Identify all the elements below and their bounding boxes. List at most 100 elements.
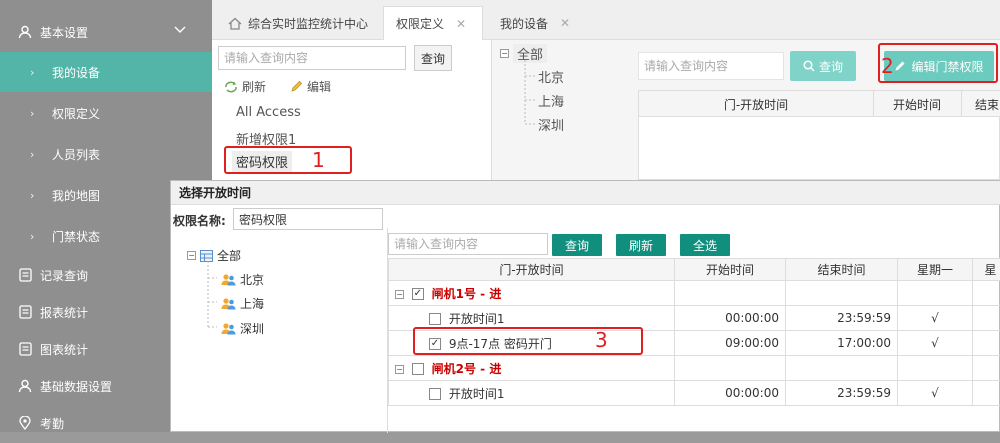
annotation-box-2 [878, 43, 998, 83]
dialog-query-button[interactable]: 查询 [552, 234, 602, 256]
table-cell [973, 331, 1000, 356]
group-row[interactable]: − 闸机2号 - 进 [389, 356, 1000, 381]
table-cell [898, 356, 973, 381]
time-name: 开放时间1 [449, 312, 505, 326]
chevron-right-icon: › [30, 230, 52, 243]
dialog-tree-shenzhen[interactable]: 深圳 [221, 320, 264, 337]
sidebar-item-label: 记录查询 [40, 267, 88, 284]
group-checkbox[interactable] [412, 363, 424, 375]
door-search-input[interactable] [638, 52, 784, 80]
col-door-open-time: 门-开放时间 [389, 259, 675, 281]
edit-button[interactable]: 编辑 [290, 78, 331, 95]
sidebar-item-label: 图表统计 [40, 341, 88, 358]
table-icon [200, 250, 213, 262]
document-icon [10, 305, 40, 319]
tab-permission-definition[interactable]: 权限定义 ✕ [383, 6, 483, 40]
user-icon [10, 379, 40, 393]
sidebar-item-label: 人员列表 [52, 146, 100, 163]
annotation-label-2: 2 [881, 54, 894, 78]
annotation-box-1 [224, 146, 352, 174]
table-cell [675, 356, 786, 381]
chevron-right-icon: › [30, 66, 52, 79]
sidebar-item-label: 我的设备 [52, 64, 100, 81]
group-name: 闸机1号 - 进 [432, 287, 502, 301]
dialog-tree-beijing[interactable]: 北京 [221, 271, 264, 288]
row-checkbox[interactable] [429, 388, 441, 400]
chevron-right-icon: › [30, 107, 52, 120]
edit-label: 编辑 [307, 78, 331, 95]
col-tuesday: 星 [973, 259, 1000, 281]
users-icon [221, 322, 236, 335]
annotation-label-1: 1 [312, 148, 325, 172]
door-search-button[interactable]: 查询 [790, 51, 856, 81]
document-icon [10, 268, 40, 282]
permission-name-input[interactable] [233, 208, 383, 230]
end-time-cell: 17:00:00 [786, 331, 898, 356]
table-header-row: 门-开放时间 开始时间 结束时间 星期一 星 [389, 259, 1000, 281]
collapse-icon[interactable]: − [500, 49, 509, 58]
dialog-refresh-button[interactable]: 刷新 [616, 234, 666, 256]
close-icon[interactable]: ✕ [560, 16, 570, 30]
sidebar-item-permission-definition[interactable]: › 权限定义 [0, 93, 212, 133]
users-icon [221, 273, 236, 286]
table-cell [973, 306, 1000, 331]
sidebar-item-people-list[interactable]: › 人员列表 [0, 134, 212, 174]
group-name: 闸机2号 - 进 [432, 362, 502, 376]
tab-monitoring-center[interactable]: 综合实时监控统计中心 [216, 6, 380, 40]
sidebar-item-label: 权限定义 [52, 105, 100, 122]
col-start-time: 开始时间 [675, 259, 786, 281]
chevron-right-icon: › [30, 189, 52, 202]
sidebar-item-my-devices[interactable]: › 我的设备 [0, 52, 212, 92]
col-door-open-time: 门-开放时间 [639, 96, 873, 113]
dialog-title: 选择开放时间 [171, 181, 1000, 205]
divider [961, 91, 962, 117]
permission-search-input[interactable] [218, 46, 406, 70]
select-open-time-dialog: 选择开放时间 权限名称: − 全部 北京 上海 深圳 查询 刷新 全选 门-开放… [170, 180, 1000, 432]
document-icon [10, 342, 40, 356]
col-end-time: 结束 [975, 96, 999, 113]
permission-item-all-access[interactable]: All Access [236, 105, 301, 120]
tree-item-label: 上海 [240, 295, 264, 312]
refresh-button[interactable]: 刷新 [224, 78, 266, 95]
time-name: 开放时间1 [449, 387, 505, 401]
table-cell [973, 281, 1000, 306]
collapse-icon[interactable]: − [395, 365, 404, 374]
tree-item-label: 北京 [240, 271, 264, 288]
permission-search-button[interactable]: 查询 [414, 45, 452, 71]
tree-item-label: 深圳 [240, 320, 264, 337]
table-cell [898, 281, 973, 306]
end-time-cell: 23:59:59 [786, 381, 898, 406]
user-icon [10, 25, 40, 39]
row-checkbox[interactable] [429, 313, 441, 325]
device-tree-shanghai[interactable]: 上海 [538, 91, 564, 110]
device-tree-beijing[interactable]: 北京 [538, 67, 564, 86]
search-icon [803, 60, 815, 72]
collapse-icon[interactable]: − [187, 251, 196, 260]
collapse-icon[interactable]: − [395, 290, 404, 299]
group-row[interactable]: − ✓ 闸机1号 - 进 [389, 281, 1000, 306]
table-row[interactable]: 开放时间1 00:00:00 23:59:59 √ [389, 381, 1000, 406]
monday-cell: √ [898, 381, 973, 406]
dialog-search-input[interactable] [388, 233, 548, 255]
start-time-cell: 00:00:00 [675, 381, 786, 406]
group-checkbox[interactable]: ✓ [412, 288, 424, 300]
table-cell [973, 356, 1000, 381]
table-cell [786, 356, 898, 381]
tab-label: 我的设备 [500, 15, 548, 32]
dialog-tree-shanghai[interactable]: 上海 [221, 295, 264, 312]
sidebar-item-label: 报表统计 [40, 304, 88, 321]
sidebar-item-basic-settings[interactable]: 基本设置 [0, 12, 212, 52]
start-time-cell: 09:00:00 [675, 331, 786, 356]
close-icon[interactable]: ✕ [456, 17, 466, 31]
location-icon [10, 416, 40, 430]
pencil-icon [290, 80, 303, 93]
sidebar-item-label: 基本设置 [40, 24, 88, 41]
tab-my-devices[interactable]: 我的设备 ✕ [488, 6, 586, 40]
chevron-up-icon [174, 23, 186, 37]
col-end-time: 结束时间 [786, 259, 898, 281]
device-tree-shenzhen[interactable]: 深圳 [538, 115, 564, 134]
start-time-cell: 00:00:00 [675, 306, 786, 331]
tab-label: 综合实时监控统计中心 [248, 15, 368, 32]
tab-label: 权限定义 [396, 15, 444, 32]
dialog-select-all-button[interactable]: 全选 [680, 234, 730, 256]
